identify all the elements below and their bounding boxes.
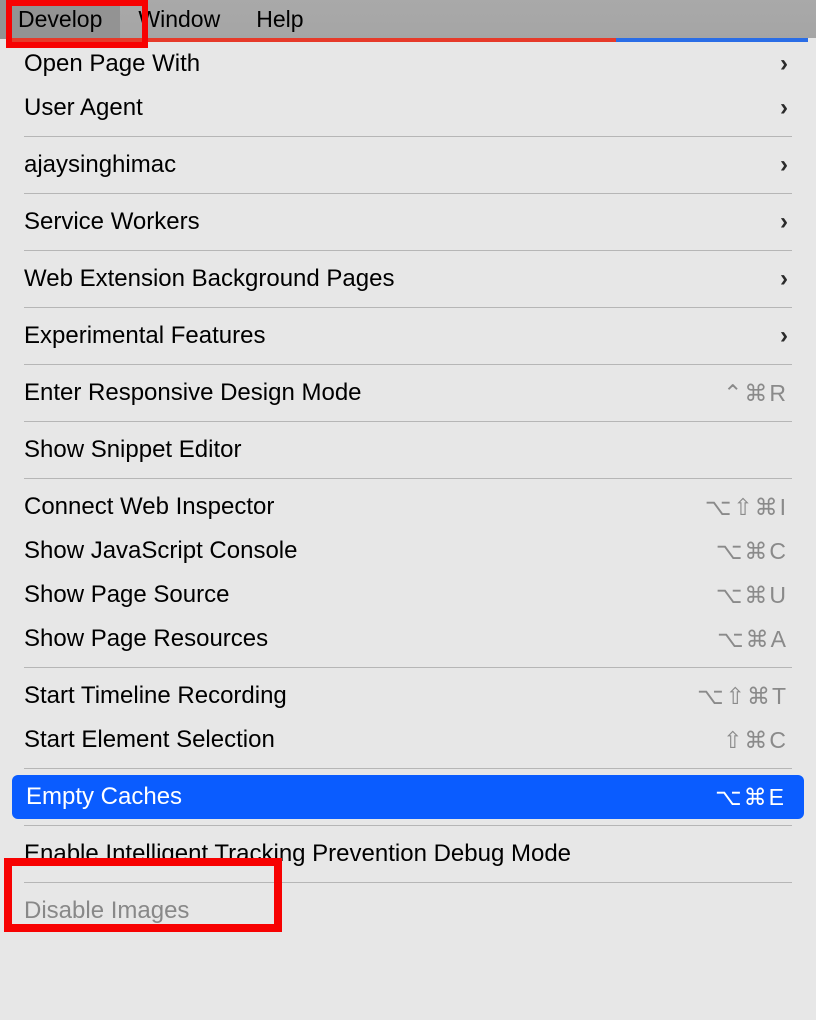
chevron-right-icon: › (780, 50, 788, 78)
chevron-right-icon: › (780, 94, 788, 122)
divider (24, 882, 792, 883)
menu-label: Show JavaScript Console (24, 537, 716, 565)
chevron-right-icon: › (780, 265, 788, 293)
menu-timeline-recording[interactable]: Start Timeline Recording ⌥⇧⌘T (10, 674, 806, 718)
shortcut: ⌥⇧⌘I (705, 494, 788, 521)
menu-label: Start Timeline Recording (24, 682, 697, 710)
divider (24, 825, 792, 826)
shortcut: ⌃⌘R (723, 380, 788, 407)
menu-itp-debug[interactable]: Enable Intelligent Tracking Prevention D… (10, 832, 806, 876)
menu-label: Empty Caches (26, 783, 715, 811)
divider (24, 307, 792, 308)
menu-label: Enable Intelligent Tracking Prevention D… (24, 840, 788, 868)
menu-label: User Agent (24, 94, 780, 122)
menu-experimental-features[interactable]: Experimental Features › (10, 314, 806, 358)
menubar-develop[interactable]: Develop (0, 0, 120, 39)
shortcut: ⇧⌘C (723, 727, 788, 754)
menubar-help[interactable]: Help (238, 0, 321, 39)
menu-device[interactable]: ajaysinghimac › (10, 143, 806, 187)
menu-label: Show Page Source (24, 581, 716, 609)
menu-disable-images-cutoff: Disable Images (10, 889, 806, 925)
menu-open-page-with[interactable]: Open Page With › (10, 42, 806, 86)
menu-label: ajaysinghimac (24, 151, 780, 179)
menu-user-agent[interactable]: User Agent › (10, 86, 806, 130)
shortcut: ⌥⌘A (717, 626, 788, 653)
menu-element-selection[interactable]: Start Element Selection ⇧⌘C (10, 718, 806, 762)
menu-service-workers[interactable]: Service Workers › (10, 200, 806, 244)
menubar-window[interactable]: Window (120, 0, 238, 39)
menu-label: Show Page Resources (24, 625, 717, 653)
shortcut: ⌥⌘E (715, 784, 786, 811)
menu-snippet-editor[interactable]: Show Snippet Editor (10, 428, 806, 472)
shortcut: ⌥⌘U (716, 582, 788, 609)
menu-label: Connect Web Inspector (24, 493, 705, 521)
shortcut: ⌥⌘C (716, 538, 788, 565)
divider (24, 193, 792, 194)
divider (24, 364, 792, 365)
menu-label: Open Page With (24, 50, 780, 78)
menubar: Develop Window Help (0, 0, 816, 38)
divider (24, 768, 792, 769)
menu-page-resources[interactable]: Show Page Resources ⌥⌘A (10, 617, 806, 661)
menu-page-source[interactable]: Show Page Source ⌥⌘U (10, 573, 806, 617)
menu-responsive-design[interactable]: Enter Responsive Design Mode ⌃⌘R (10, 371, 806, 415)
develop-dropdown: Open Page With › User Agent › ajaysinghi… (10, 42, 806, 925)
menu-label: Enter Responsive Design Mode (24, 379, 723, 407)
divider (24, 250, 792, 251)
menu-web-extension-bg[interactable]: Web Extension Background Pages › (10, 257, 806, 301)
chevron-right-icon: › (780, 322, 788, 350)
menu-label: Show Snippet Editor (24, 436, 788, 464)
divider (24, 667, 792, 668)
menu-js-console[interactable]: Show JavaScript Console ⌥⌘C (10, 529, 806, 573)
divider (24, 478, 792, 479)
chevron-right-icon: › (780, 151, 788, 179)
menu-label: Service Workers (24, 208, 780, 236)
shortcut: ⌥⇧⌘T (697, 683, 788, 710)
menu-empty-caches[interactable]: Empty Caches ⌥⌘E (12, 775, 804, 819)
chevron-right-icon: › (780, 208, 788, 236)
divider (24, 136, 792, 137)
menu-label: Experimental Features (24, 322, 780, 350)
menu-connect-web-inspector[interactable]: Connect Web Inspector ⌥⇧⌘I (10, 485, 806, 529)
divider (24, 421, 792, 422)
color-strip (8, 38, 808, 42)
menu-label: Start Element Selection (24, 726, 723, 754)
menu-label: Web Extension Background Pages (24, 265, 780, 293)
